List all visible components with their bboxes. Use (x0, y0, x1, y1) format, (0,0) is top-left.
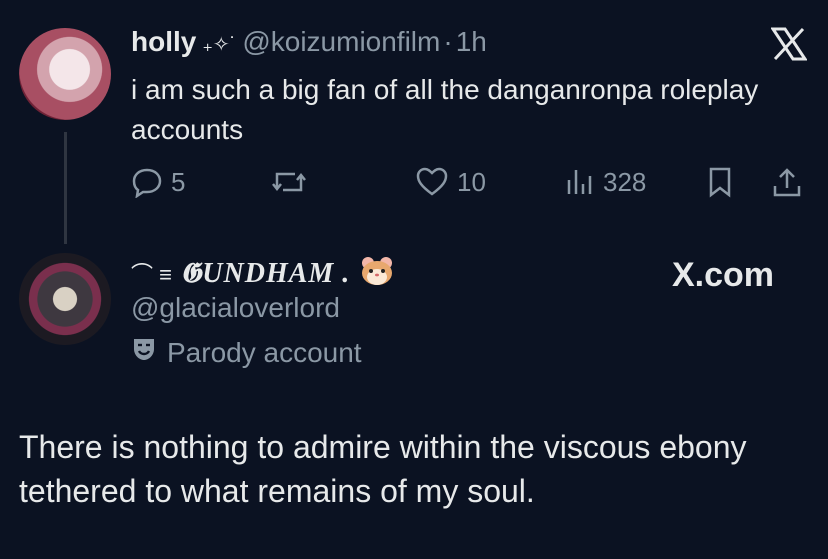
share-button[interactable] (771, 166, 803, 198)
like-button[interactable]: 10 (415, 166, 486, 198)
bookmark-button[interactable] (705, 166, 735, 198)
views-button[interactable]: 328 (563, 166, 646, 198)
tweet2-display-name[interactable]: 𝕲UNDHAM . (180, 258, 350, 290)
tweet1-text: i am such a big fan of all the danganron… (131, 74, 759, 145)
like-count: 10 (457, 166, 486, 197)
tweet1-handle[interactable]: @koizumionfilm (242, 26, 440, 58)
bookmark-icon (705, 166, 735, 198)
reply-count: 5 (171, 166, 186, 197)
parody-account-text: Parody account (167, 336, 362, 368)
tweet1-timestamp[interactable]: 1h (456, 26, 487, 58)
theater-mask-icon (131, 336, 167, 369)
share-upload-icon (771, 166, 803, 198)
x-logo-icon[interactable] (770, 27, 808, 66)
heart-icon (415, 166, 449, 198)
x-com-watermark: X.com (672, 256, 775, 294)
tweet1-separator: · (443, 26, 453, 57)
avatar-gundham[interactable] (19, 253, 111, 345)
avatar-holly[interactable] (19, 28, 111, 120)
thread-connector-line (64, 132, 67, 244)
parody-account-label: Parody account (131, 336, 362, 369)
speech-bubble-icon (131, 166, 163, 198)
repost-button[interactable] (271, 166, 307, 198)
tweet1-name-decoration: ₊✧˙ (202, 34, 237, 56)
repost-arrows-icon (271, 166, 307, 198)
tweet1-header: holly ₊✧˙ @koizumionfilm · 1h (131, 26, 487, 58)
tweet1-display-name[interactable]: holly (131, 26, 196, 58)
hamster-face-icon (360, 256, 394, 286)
views-count: 328 (603, 166, 647, 197)
tweet2-header: ⌒ ≡ 𝕲UNDHAM . (131, 252, 394, 290)
tweet2-text: There is nothing to admire within the vi… (19, 429, 747, 509)
tweet2-name-prefix: ⌒ ≡ (131, 262, 172, 287)
bar-chart-icon (563, 166, 595, 198)
tweet1-action-bar: 5 10 328 (131, 166, 811, 202)
tweet2-handle[interactable]: @glacialoverlord (131, 292, 340, 324)
reply-button[interactable]: 5 (131, 166, 185, 198)
